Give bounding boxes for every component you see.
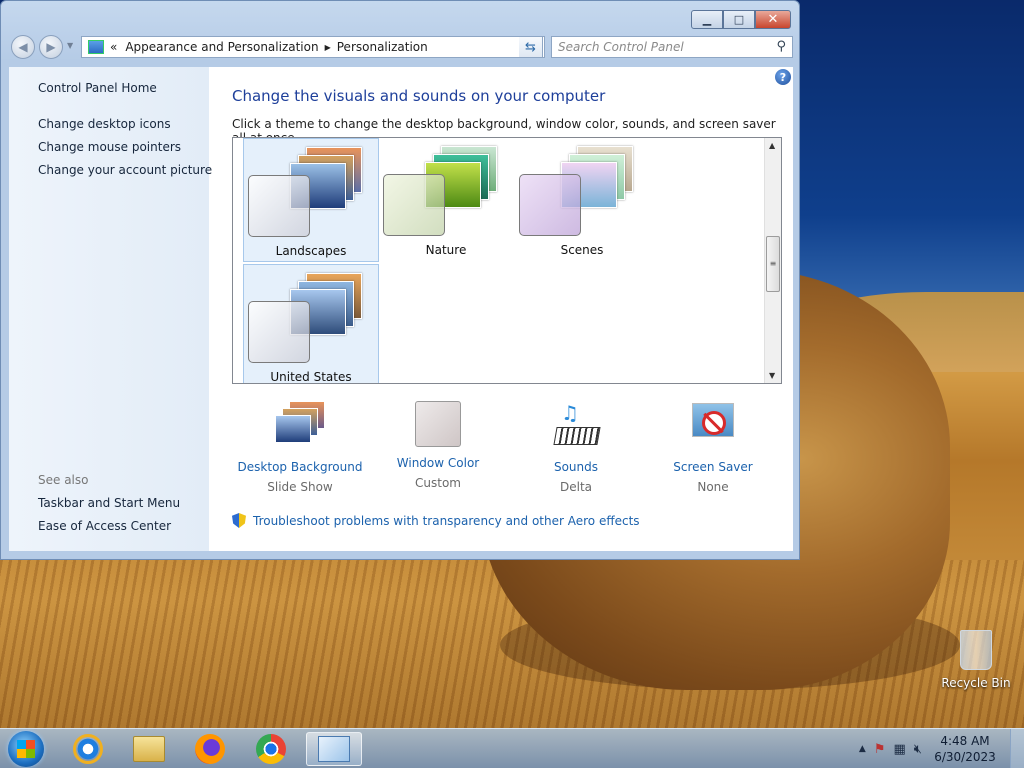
sidebar-link-control-panel-home[interactable]: Control Panel Home bbox=[38, 81, 157, 95]
sidebar-link-ease-of-access[interactable]: Ease of Access Center bbox=[38, 519, 171, 533]
sidebar-link-desktop-icons[interactable]: Change desktop icons bbox=[38, 117, 171, 131]
taskbar-control-panel[interactable] bbox=[306, 732, 362, 766]
internet-explorer-icon bbox=[73, 734, 103, 764]
clock-date: 6/30/2023 bbox=[934, 750, 996, 764]
network-icon[interactable]: ▦ bbox=[894, 742, 906, 757]
window-color-icon bbox=[415, 401, 461, 447]
firefox-icon bbox=[195, 734, 225, 764]
search-placeholder: Search Control Panel bbox=[558, 40, 684, 54]
refresh-button[interactable]: ⇆ bbox=[519, 36, 543, 58]
breadcrumb-separator-icon[interactable]: ▶ bbox=[325, 43, 331, 52]
help-icon[interactable]: ? bbox=[775, 69, 791, 85]
clock[interactable]: 4:48 AM 6/30/2023 bbox=[930, 733, 1000, 765]
back-button[interactable]: ◀ bbox=[11, 35, 35, 59]
content-area: Control Panel Home Change desktop icons … bbox=[9, 67, 793, 551]
personalization-window: ▁ □ ✕ ◀ ▶ ▼ « Appearance and Personaliza… bbox=[0, 0, 800, 560]
theme-scenes[interactable]: Scenes bbox=[515, 138, 651, 262]
control-panel-icon bbox=[318, 736, 350, 762]
setting-value: None bbox=[697, 480, 729, 494]
recycle-bin-icon bbox=[960, 630, 992, 670]
maximize-button[interactable]: □ bbox=[723, 10, 755, 29]
window-color-setting[interactable]: Window Color Custom bbox=[373, 401, 503, 490]
setting-value: Custom bbox=[415, 476, 461, 490]
recent-pages-dropdown-icon[interactable]: ▼ bbox=[67, 41, 73, 50]
taskbar-internet-explorer[interactable] bbox=[60, 732, 116, 766]
setting-value: Delta bbox=[559, 480, 592, 494]
setting-label[interactable]: Window Color bbox=[373, 456, 503, 470]
recycle-bin-desktop-icon[interactable]: Recycle Bin bbox=[938, 630, 1014, 690]
volume-muted-icon[interactable]: 🔇︎ bbox=[914, 742, 922, 757]
forward-button[interactable]: ▶ bbox=[39, 35, 63, 59]
landscapes-color-swatch bbox=[248, 175, 310, 237]
setting-value: Slide Show bbox=[267, 480, 333, 494]
windows-logo-icon bbox=[17, 740, 35, 758]
desktop-background-setting[interactable]: Desktop Background Slide Show bbox=[235, 401, 365, 494]
navigation-bar: ◀ ▶ ▼ « Appearance and Personalization ▶… bbox=[9, 34, 793, 60]
taskbar-firefox[interactable] bbox=[182, 732, 238, 766]
control-panel-icon bbox=[88, 40, 104, 54]
start-button[interactable] bbox=[8, 731, 44, 767]
desktop-background-icon bbox=[275, 401, 325, 451]
theme-gallery: Landscapes Nature Scenes United States ▲… bbox=[232, 137, 782, 384]
taskbar-file-explorer[interactable] bbox=[121, 732, 177, 766]
address-bar[interactable]: « Appearance and Personalization ▶ Perso… bbox=[81, 36, 545, 58]
united-states-color-swatch bbox=[248, 301, 310, 363]
show-desktop-button[interactable] bbox=[1010, 729, 1024, 768]
setting-label[interactable]: Desktop Background bbox=[235, 460, 365, 474]
close-button[interactable]: ✕ bbox=[755, 10, 791, 29]
sidebar-link-mouse-pointers[interactable]: Change mouse pointers bbox=[38, 140, 181, 154]
see-also-label: See also bbox=[38, 473, 89, 487]
minimize-button[interactable]: ▁ bbox=[691, 10, 723, 29]
theme-label: Landscapes bbox=[275, 244, 347, 258]
action-center-icon[interactable]: ⚑ bbox=[874, 742, 886, 757]
address-chevron[interactable]: « bbox=[110, 40, 117, 54]
search-icon[interactable]: ⚲ bbox=[776, 39, 786, 54]
screen-saver-icon bbox=[688, 401, 738, 451]
search-input[interactable]: Search Control Panel ⚲ bbox=[551, 36, 793, 58]
troubleshoot-link[interactable]: Troubleshoot problems with transparency … bbox=[232, 513, 640, 528]
theme-landscapes[interactable]: Landscapes bbox=[243, 138, 379, 262]
breadcrumb-appearance[interactable]: Appearance and Personalization bbox=[125, 40, 318, 54]
setting-label[interactable]: Screen Saver bbox=[648, 460, 778, 474]
scroll-up-icon[interactable]: ▲ bbox=[769, 141, 775, 150]
system-tray: ▲ ⚑ ▦ 🔇︎ 4:48 AM 6/30/2023 bbox=[859, 729, 1024, 768]
theme-nature[interactable]: Nature bbox=[379, 138, 515, 262]
setting-label[interactable]: Sounds bbox=[511, 460, 641, 474]
sounds-setting[interactable]: ♫ Sounds Delta bbox=[511, 401, 641, 494]
page-title: Change the visuals and sounds on your co… bbox=[232, 87, 606, 105]
sounds-icon: ♫ bbox=[551, 401, 601, 451]
sidebar-link-account-picture[interactable]: Change your account picture bbox=[38, 163, 212, 177]
scrollbar-thumb[interactable]: ≡ bbox=[766, 236, 780, 292]
nature-color-swatch bbox=[383, 174, 445, 236]
screen-saver-setting[interactable]: Screen Saver None bbox=[648, 401, 778, 494]
gallery-scrollbar[interactable]: ▲ ≡ ▼ bbox=[764, 138, 781, 383]
theme-label: United States bbox=[270, 370, 352, 384]
caption-buttons: ▁ □ ✕ bbox=[691, 10, 791, 29]
taskbar: ▲ ⚑ ▦ 🔇︎ 4:48 AM 6/30/2023 bbox=[0, 728, 1024, 768]
troubleshoot-label[interactable]: Troubleshoot problems with transparency … bbox=[253, 514, 640, 528]
show-hidden-icons-button[interactable]: ▲ bbox=[859, 744, 866, 754]
clock-time: 4:48 AM bbox=[940, 734, 990, 748]
sidebar-link-taskbar-start-menu[interactable]: Taskbar and Start Menu bbox=[38, 496, 180, 510]
chrome-icon bbox=[256, 734, 286, 764]
theme-label: Nature bbox=[425, 243, 467, 257]
breadcrumb-personalization[interactable]: Personalization bbox=[337, 40, 428, 54]
sidebar: Control Panel Home Change desktop icons … bbox=[9, 67, 212, 551]
scroll-down-icon[interactable]: ▼ bbox=[769, 371, 775, 380]
theme-label: Scenes bbox=[560, 243, 604, 257]
taskbar-chrome[interactable] bbox=[243, 732, 299, 766]
file-explorer-icon bbox=[133, 736, 165, 762]
shield-icon bbox=[232, 513, 246, 528]
theme-united-states[interactable]: United States bbox=[243, 264, 379, 384]
recycle-bin-label: Recycle Bin bbox=[941, 676, 1011, 690]
scenes-color-swatch bbox=[519, 174, 581, 236]
